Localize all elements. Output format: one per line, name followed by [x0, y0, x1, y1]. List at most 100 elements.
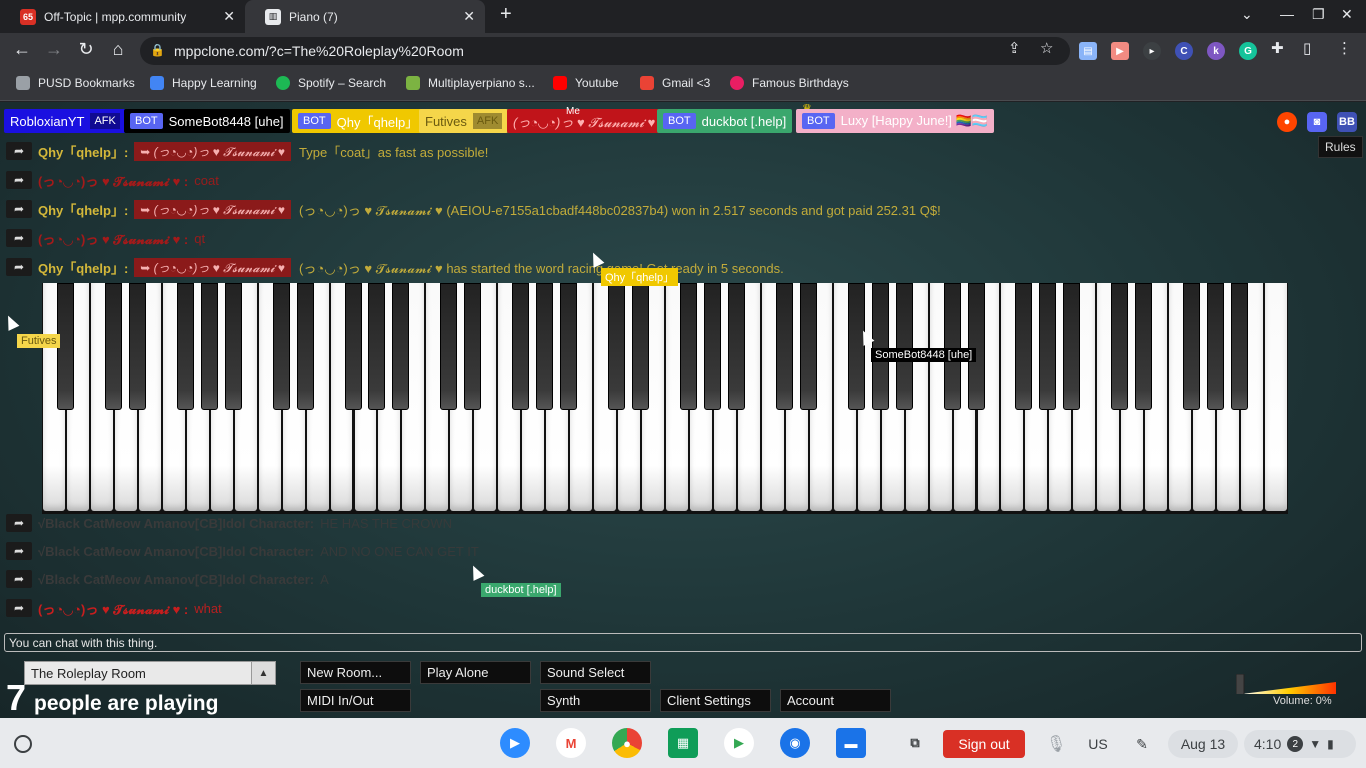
window-close-icon[interactable]: ✕: [1341, 6, 1353, 23]
black-key[interactable]: [104, 283, 122, 410]
bookmark-gmail[interactable]: Gmail <3: [640, 76, 710, 90]
synth-button[interactable]: Synth: [540, 689, 651, 712]
screenshot-icon[interactable]: ⧉: [900, 728, 930, 758]
menu-kebab-icon[interactable]: ⋮: [1337, 39, 1352, 57]
tab-off-topic[interactable]: 65 Off-Topic | mpp.community ✕: [0, 0, 245, 33]
discord-icon[interactable]: ◙: [1307, 112, 1327, 132]
maximize-icon[interactable]: ❐: [1312, 6, 1325, 23]
black-key[interactable]: [440, 283, 458, 410]
user-tag-luxy[interactable]: BOT Luxy [Happy June!] 🏳️‍🌈🏳️‍⚧️: [796, 109, 994, 133]
tab-piano[interactable]: ▥ Piano (7) ✕: [245, 0, 485, 33]
chat-speaker[interactable]: Qhy「qhelp」:: [38, 200, 128, 219]
chat-speaker[interactable]: √Black CatMeow Amanov[CB]Idol Character:: [38, 572, 314, 587]
ime-indicator[interactable]: US: [1082, 730, 1114, 758]
black-key[interactable]: [392, 283, 410, 410]
reply-arrow-icon[interactable]: ➦: [6, 142, 32, 160]
black-key[interactable]: [1231, 283, 1249, 410]
eye-app-icon[interactable]: ◉: [780, 728, 810, 758]
chat-input[interactable]: [4, 633, 1362, 652]
bookmark-famous-birthdays[interactable]: Famous Birthdays: [730, 76, 849, 90]
black-key[interactable]: [703, 283, 721, 410]
extension-icon[interactable]: ▶: [1111, 42, 1129, 60]
black-key[interactable]: [1135, 283, 1153, 410]
user-tag-qhy[interactable]: BOT Qhy「qhelp」: [292, 109, 425, 133]
chat-speaker[interactable]: (っ◔◡◔)っ ♥ 𝓣𝓼𝓾𝓷𝓪𝓶𝓲 ♥ :: [38, 599, 188, 618]
extension-icon[interactable]: k: [1207, 42, 1225, 60]
black-key[interactable]: [895, 283, 913, 410]
forward-icon[interactable]: →: [42, 39, 66, 60]
tab-search-icon[interactable]: ⌄: [1241, 6, 1253, 23]
black-key[interactable]: [1183, 283, 1201, 410]
bb-icon[interactable]: BB: [1337, 112, 1357, 132]
black-key[interactable]: [1063, 283, 1081, 410]
reply-arrow-icon[interactable]: ➦: [6, 570, 32, 588]
gmail-app-icon[interactable]: M: [556, 728, 586, 758]
black-key[interactable]: [176, 283, 194, 410]
white-key[interactable]: [1265, 283, 1287, 511]
mic-icon[interactable]: 🎙: [1046, 734, 1066, 754]
user-tag-futives[interactable]: Futives AFK: [419, 109, 509, 133]
black-key[interactable]: [847, 283, 865, 410]
black-key[interactable]: [871, 283, 889, 410]
black-key[interactable]: [200, 283, 218, 410]
black-key[interactable]: [799, 283, 817, 410]
date-indicator[interactable]: Aug 13: [1168, 730, 1238, 758]
extensions-puzzle-icon[interactable]: ✚: [1271, 39, 1284, 57]
bookmark-multiplayerpiano[interactable]: Multiplayerpiano s...: [406, 76, 535, 90]
bookmark-spotify[interactable]: Spotify – Search: [276, 76, 386, 90]
new-tab-button[interactable]: +: [500, 3, 512, 26]
play-store-icon[interactable]: ▶: [724, 728, 754, 758]
chat-speaker[interactable]: (っ◔◡◔)っ ♥ 𝓣𝓼𝓾𝓷𝓪𝓶𝓲 ♥ :: [38, 171, 188, 190]
extension-icon[interactable]: ▸: [1143, 42, 1161, 60]
home-icon[interactable]: ⌂: [106, 39, 130, 60]
reply-arrow-icon[interactable]: ➦: [6, 229, 32, 247]
reddit-icon[interactable]: ●: [1277, 112, 1297, 132]
reply-arrow-icon[interactable]: ➦: [6, 599, 32, 617]
launcher-icon[interactable]: [14, 735, 32, 753]
black-key[interactable]: [464, 283, 482, 410]
black-key[interactable]: [128, 283, 146, 410]
rules-button[interactable]: Rules: [1318, 136, 1363, 158]
black-key[interactable]: [775, 283, 793, 410]
reply-arrow-icon[interactable]: ➦: [6, 171, 32, 189]
system-tray[interactable]: 4:10 2 ▼ ▮: [1244, 730, 1356, 758]
black-key[interactable]: [1207, 283, 1225, 410]
bookmark-youtube[interactable]: Youtube: [553, 76, 619, 90]
chat-speaker[interactable]: √Black CatMeow Amanov[CB]Idol Character:: [38, 544, 314, 559]
reply-arrow-icon[interactable]: ➦: [6, 542, 32, 560]
reply-arrow-icon[interactable]: ➦: [6, 514, 32, 532]
reply-arrow-icon[interactable]: ➦: [6, 258, 32, 276]
black-key[interactable]: [679, 283, 697, 410]
side-panel-icon[interactable]: ▯: [1303, 39, 1311, 57]
classroom-icon[interactable]: ▦: [668, 728, 698, 758]
extension-icon[interactable]: C: [1175, 42, 1193, 60]
files-icon[interactable]: ▬: [836, 728, 866, 758]
black-key[interactable]: [967, 283, 985, 410]
midi-button[interactable]: MIDI In/Out: [300, 689, 411, 712]
black-key[interactable]: [224, 283, 242, 410]
reply-arrow-icon[interactable]: ➦: [6, 200, 32, 218]
chrome-icon[interactable]: ●: [612, 728, 642, 758]
black-key[interactable]: [1039, 283, 1057, 410]
black-key[interactable]: [512, 283, 530, 410]
zoom-icon[interactable]: ▶: [500, 728, 530, 758]
piano-keyboard[interactable]: [42, 283, 1288, 514]
new-room-button[interactable]: New Room...: [300, 661, 411, 684]
black-key[interactable]: [536, 283, 554, 410]
close-icon[interactable]: ✕: [223, 8, 235, 25]
account-button[interactable]: Account: [780, 689, 891, 712]
bookmark-pusd[interactable]: PUSD Bookmarks: [16, 76, 135, 90]
black-key[interactable]: [727, 283, 745, 410]
user-tag-somebot8448[interactable]: BOT SomeBot8448 [uhe]: [124, 109, 290, 133]
black-key[interactable]: [1111, 283, 1129, 410]
chat-speaker[interactable]: Qhy「qhelp」:: [38, 142, 128, 161]
reload-icon[interactable]: ↻: [74, 39, 98, 60]
black-key[interactable]: [632, 283, 650, 410]
bookmark-star-icon[interactable]: ☆: [1040, 39, 1053, 57]
reply-tag[interactable]: ➥ (っ◔◡◔)っ ♥ 𝓣𝓼𝓾𝓷𝓪𝓶𝓲 ♥: [134, 141, 292, 161]
client-settings-button[interactable]: Client Settings: [660, 689, 771, 712]
user-tag-tsunami[interactable]: (っ◔◡◔)っ ♥ 𝓣𝓼𝓾𝓷𝓪𝓶𝓲 ♥: [507, 109, 662, 133]
share-icon[interactable]: ⇪: [1008, 39, 1021, 57]
grammarly-icon[interactable]: G: [1239, 42, 1257, 60]
pen-icon[interactable]: ✎: [1126, 730, 1158, 758]
